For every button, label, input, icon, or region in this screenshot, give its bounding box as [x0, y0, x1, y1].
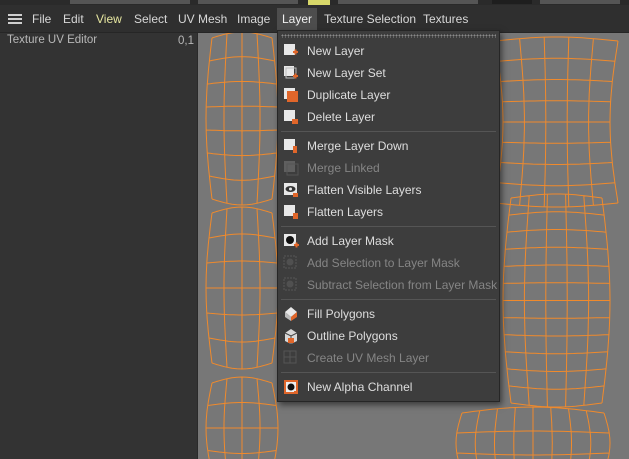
new-layer-icon: [283, 43, 299, 59]
uv-island: [205, 206, 279, 370]
menu-item-flatten-layers[interactable]: Flatten Layers: [278, 201, 499, 223]
delete-layer-icon: [283, 109, 299, 125]
menu-item-label: Delete Layer: [307, 110, 376, 124]
fill-polygons-icon: [283, 306, 299, 322]
outline-polygons-icon: [283, 328, 299, 344]
menu-separator: [281, 226, 496, 227]
menu-item-label: Add Selection to Layer Mask: [307, 256, 460, 270]
toolbar-segment: [338, 0, 478, 4]
menu-item-label: Flatten Layers: [307, 205, 384, 219]
layer-menu-dropdown: New Layer New Layer Set Duplicate Layer Del…: [277, 30, 500, 402]
menu-item-add-layer-mask[interactable]: Add Layer Mask: [278, 230, 499, 252]
menu-separator: [281, 299, 496, 300]
menu-item-label: Add Layer Mask: [307, 234, 394, 248]
menu-item-delete-layer[interactable]: Delete Layer: [278, 106, 499, 128]
menu-item-flatten-visible-layers[interactable]: Flatten Visible Layers: [278, 179, 499, 201]
menu-item-merge-layer-down[interactable]: Merge Layer Down: [278, 135, 499, 157]
menu-item-label: New Layer: [307, 44, 365, 58]
toolbar-segment: [198, 0, 298, 4]
duplicate-layer-icon: [283, 87, 299, 103]
toolbar-segment: [492, 0, 532, 4]
menu-item-label: New Layer Set: [307, 66, 386, 80]
uv-island: [205, 376, 279, 459]
menu-item-new-layer-set[interactable]: New Layer Set: [278, 62, 499, 84]
new-alpha-channel-icon: [283, 379, 299, 395]
menu-separator: [281, 131, 496, 132]
subtract-selection-from-mask-icon: [283, 277, 299, 293]
menu-item-label: Create UV Mesh Layer: [307, 351, 430, 365]
menu-textures[interactable]: Textures: [418, 11, 473, 27]
add-selection-to-mask-icon: [283, 255, 299, 271]
menu-item-label: Merge Layer Down: [307, 139, 409, 153]
menu-item-new-layer[interactable]: New Layer: [278, 40, 499, 62]
menu-bar: File Edit View Select UV Mesh Image Laye…: [0, 5, 629, 33]
texture-uv-editor-panel: Texture UV Editor 0,1: [0, 33, 198, 459]
flatten-layers-icon: [283, 204, 299, 220]
menu-item-label: Outline Polygons: [307, 329, 398, 343]
toolbar-segment: [540, 0, 620, 4]
tear-off-grip[interactable]: [281, 34, 496, 38]
menu-layer[interactable]: Layer: [277, 8, 318, 30]
flatten-visible-layers-icon: [283, 182, 299, 198]
toolbar-segment: [70, 0, 190, 4]
menu-file[interactable]: File: [27, 11, 56, 27]
menu-item-label: Duplicate Layer: [307, 88, 391, 102]
uv-island: [205, 33, 279, 206]
menu-item-label: Subtract Selection from Layer Mask: [307, 278, 498, 292]
merge-layer-down-icon: [283, 138, 299, 154]
new-layer-set-icon: [283, 65, 299, 81]
menu-item-subtract-selection-from-layer-mask: Subtract Selection from Layer Mask: [278, 274, 499, 296]
menu-edit[interactable]: Edit: [58, 11, 89, 27]
menu-view[interactable]: View: [91, 11, 127, 27]
menu-item-merge-linked: Merge Linked: [278, 157, 499, 179]
menu-item-duplicate-layer[interactable]: Duplicate Layer: [278, 84, 499, 106]
menu-item-label: Fill Polygons: [307, 307, 376, 321]
menu-uv-mesh[interactable]: UV Mesh: [173, 11, 232, 27]
create-uv-mesh-layer-icon: [283, 350, 299, 366]
menu-item-label: New Alpha Channel: [307, 380, 413, 394]
hamburger-menu-icon[interactable]: [8, 14, 22, 24]
menu-select[interactable]: Select: [129, 11, 172, 27]
add-layer-mask-icon: [283, 233, 299, 249]
menu-texture-selection[interactable]: Texture Selection: [319, 11, 421, 27]
menu-item-new-alpha-channel[interactable]: New Alpha Channel: [278, 376, 499, 398]
menu-item-outline-polygons[interactable]: Outline Polygons: [278, 325, 499, 347]
menu-item-fill-polygons[interactable]: Fill Polygons: [278, 303, 499, 325]
merge-linked-icon: [283, 160, 299, 176]
uv-coordinate-readout: 0,1: [178, 35, 194, 47]
menu-separator: [281, 372, 496, 373]
panel-title: Texture UV Editor: [7, 34, 98, 46]
menu-image[interactable]: Image: [232, 11, 275, 27]
menu-item-add-selection-to-layer-mask: Add Selection to Layer Mask: [278, 252, 499, 274]
menu-item-label: Flatten Visible Layers: [307, 183, 422, 197]
uv-island: [455, 406, 611, 459]
menu-item-label: Merge Linked: [307, 161, 380, 175]
menu-item-create-uv-mesh-layer: Create UV Mesh Layer: [278, 347, 499, 369]
uv-island: [494, 36, 619, 208]
uv-island: [502, 193, 611, 408]
